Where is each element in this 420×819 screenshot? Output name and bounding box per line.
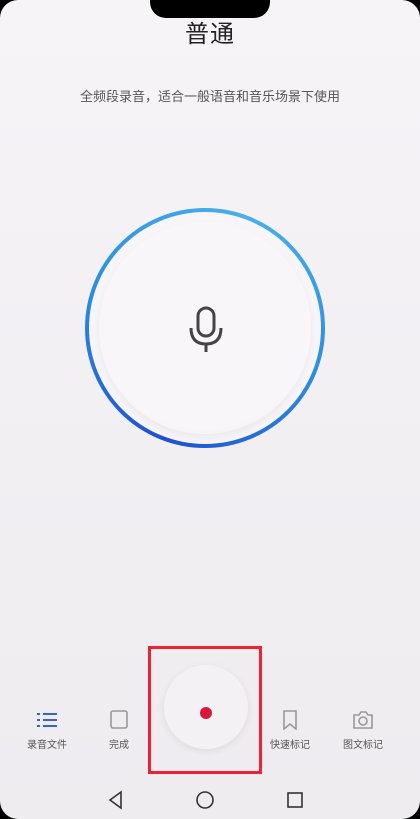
back-triangle-icon[interactable] <box>106 790 126 810</box>
quick-mark-button[interactable]: 快速标记 <box>255 710 325 751</box>
recorder-screen: 普通 全频段录音，适合一般语音和音乐场景下使用 录音文件 完成 快速标记 图文标… <box>0 0 420 819</box>
photo-mark-label: 图文标记 <box>343 740 383 751</box>
home-circle-icon[interactable] <box>195 790 215 810</box>
camera-icon <box>353 711 373 729</box>
quick-mark-label: 快速标记 <box>270 740 310 751</box>
recording-files-label: 录音文件 <box>27 740 67 751</box>
bookmark-icon <box>283 710 297 730</box>
done-label: 完成 <box>109 740 129 751</box>
recents-square-icon[interactable] <box>285 790 305 810</box>
square-icon <box>110 710 128 729</box>
highlight-box <box>148 646 262 774</box>
mode-description: 全频段录音，适合一般语音和音乐场景下使用 <box>79 90 340 105</box>
page-title: 普通 <box>185 20 235 48</box>
recording-files-button[interactable]: 录音文件 <box>12 710 82 751</box>
list-icon <box>37 713 57 727</box>
photo-mark-button[interactable]: 图文标记 <box>328 710 398 751</box>
done-button[interactable]: 完成 <box>84 710 154 751</box>
microphone-icon <box>189 306 223 352</box>
system-navigation-bar <box>0 780 420 819</box>
